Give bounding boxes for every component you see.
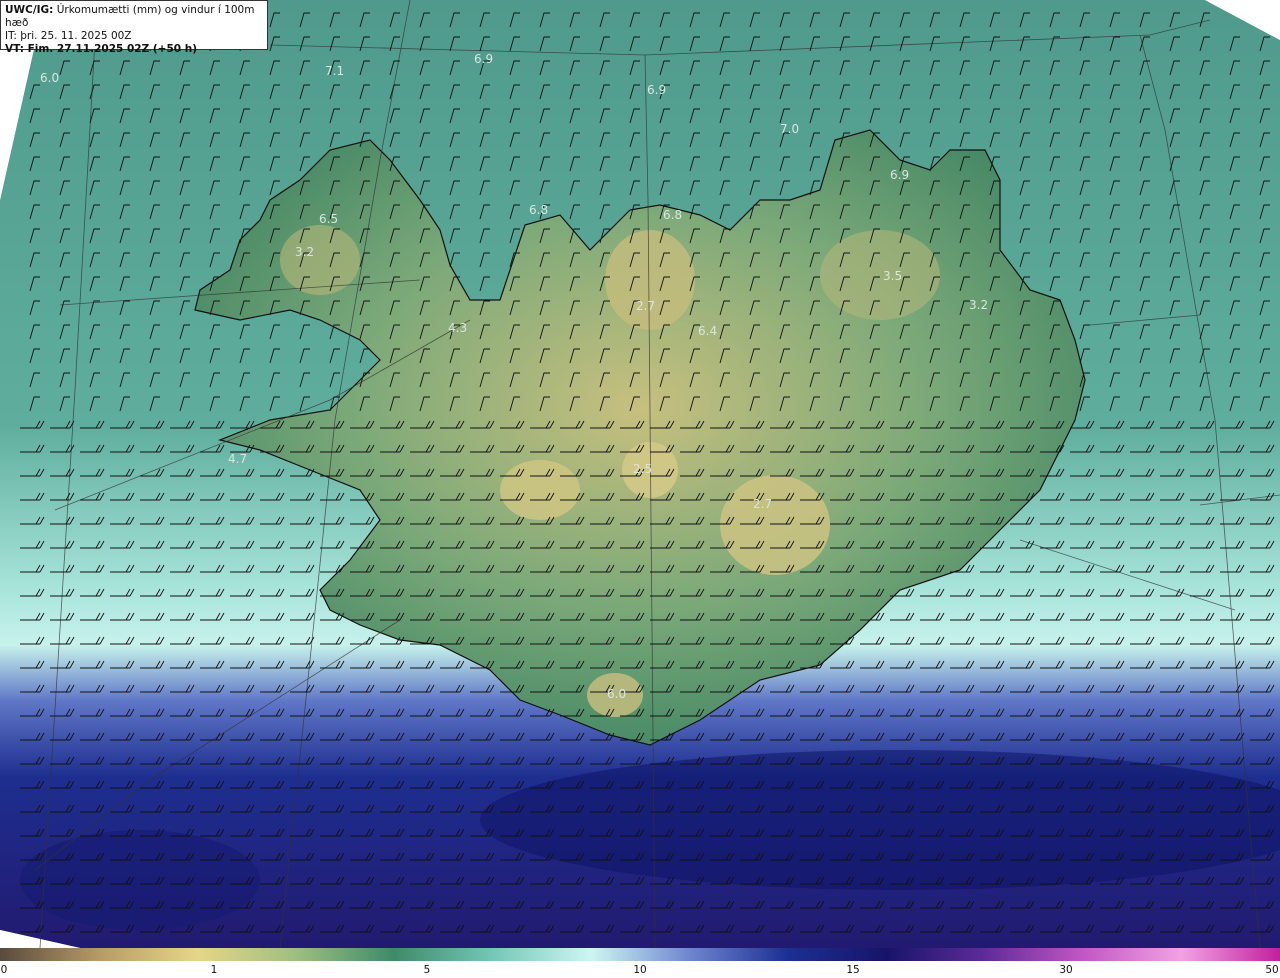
value-label: 6.0 [607, 687, 626, 701]
value-label: 6.8 [529, 203, 548, 217]
precip-max-area [20, 830, 260, 930]
colorbar-tick: 15 [846, 964, 860, 976]
value-label: 3.2 [969, 298, 988, 312]
value-label: 7.0 [780, 122, 799, 136]
value-label: 2.7 [753, 497, 772, 511]
value-label: 4.3 [448, 321, 467, 335]
value-label: 6.9 [890, 168, 909, 182]
value-label: 6.9 [474, 52, 493, 66]
map-header: UWC/IG: Úrkomumætti (mm) og vindur í 100… [0, 0, 268, 55]
highland-patch [720, 475, 830, 575]
weather-map: 6.0 7.1 6.9 6.9 7.0 6.9 6.5 3.2 6.8 6.8 … [0, 0, 1280, 948]
colorbar-tick: 0 [0, 964, 8, 976]
value-label: 6.5 [319, 212, 338, 226]
colorbar-tick: 50 [1265, 964, 1279, 976]
value-label: 4.7 [228, 452, 247, 466]
colorbar-tick: 5 [423, 964, 431, 976]
value-label: 2.5 [633, 462, 652, 476]
value-label: 6.9 [647, 83, 666, 97]
colorbar-tick: 30 [1059, 964, 1073, 976]
colorbar-tick: 1 [210, 964, 218, 976]
value-label: 2.7 [636, 299, 655, 313]
highland-patch [820, 230, 940, 320]
highland-patch [605, 230, 695, 330]
valid-time: VT: Fim. 27.11.2025 02Z (+50 h) [5, 43, 198, 55]
value-label: 3.2 [295, 245, 314, 259]
colorbar-strip [0, 948, 1280, 961]
value-label: 6.0 [40, 71, 59, 85]
colorbar-tick: 10 [633, 964, 647, 976]
highland-patch [280, 225, 360, 295]
header-title-line: UWC/IG: Úrkomumætti (mm) og vindur í 100… [5, 4, 263, 30]
model-label: UWC/IG: [5, 4, 54, 16]
highland-patch [500, 460, 580, 520]
initial-time: IT: þri. 25. 11. 2025 00Z [5, 30, 132, 42]
value-label: 6.4 [698, 324, 717, 338]
colorbar: 0 1 5 10 15 30 50 [0, 948, 1280, 978]
value-label: 7.1 [325, 64, 344, 78]
value-label: 3.5 [883, 269, 902, 283]
value-label: 6.8 [663, 208, 682, 222]
